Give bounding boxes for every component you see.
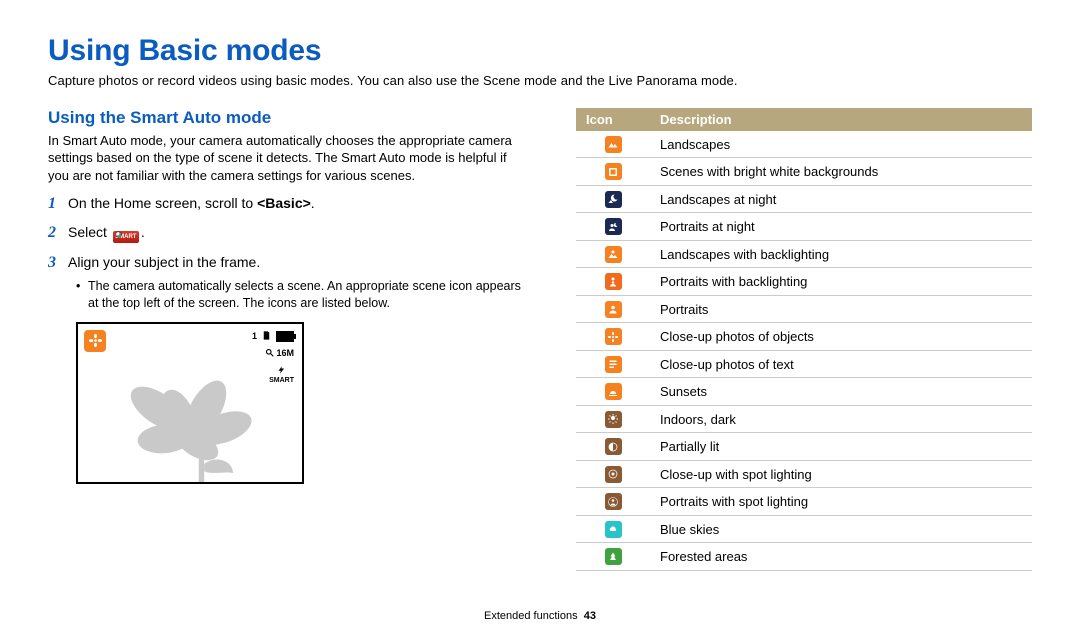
step-1: On the Home screen, scroll to <Basic>. (48, 194, 528, 213)
section-subtitle: Using the Smart Auto mode (48, 108, 528, 128)
row-icon-cell (576, 350, 650, 378)
step-1-text-a: On the Home screen, scroll to (68, 195, 257, 211)
row-desc-cell: Portraits at night (650, 213, 1032, 241)
footer-section: Extended functions (484, 610, 578, 622)
row-desc-cell: Portraits with backlighting (650, 268, 1032, 296)
step-1-text-c: . (311, 195, 315, 211)
row-icon-cell (576, 213, 650, 241)
row-icon-cell (576, 240, 650, 268)
sunset-icon (605, 383, 622, 400)
table-row: Blue skies (576, 515, 1032, 543)
table-row: Close-up with spot lighting (576, 460, 1032, 488)
step-2-text-b: . (141, 224, 145, 240)
white-icon (605, 163, 622, 180)
table-row: Partially lit (576, 433, 1032, 461)
sky-icon (605, 521, 622, 538)
table-row: Landscapes with backlighting (576, 240, 1032, 268)
row-desc-cell: Landscapes at night (650, 185, 1032, 213)
page-title: Using Basic modes (48, 34, 1032, 68)
row-icon-cell (576, 405, 650, 433)
row-desc-cell: Close-up with spot lighting (650, 460, 1032, 488)
spot-port-icon (605, 493, 622, 510)
indoor-icon (605, 411, 622, 428)
table-row: Landscapes (576, 131, 1032, 158)
row-desc-cell: Close-up photos of text (650, 350, 1032, 378)
step-1-bold: <Basic> (257, 195, 311, 211)
row-icon-cell (576, 268, 650, 296)
partial-icon (605, 438, 622, 455)
night-land-icon (605, 191, 622, 208)
night-port-icon (605, 218, 622, 235)
row-icon-cell (576, 131, 650, 158)
row-icon-cell (576, 378, 650, 406)
battery-icon (276, 331, 294, 342)
macro-obj-icon (605, 328, 622, 345)
row-desc-cell: Blue skies (650, 515, 1032, 543)
back-land-icon (605, 246, 622, 263)
table-row: Portraits (576, 295, 1032, 323)
footer-page-number: 43 (584, 610, 596, 622)
row-icon-cell (576, 433, 650, 461)
table-row: Portraits at night (576, 213, 1032, 241)
row-icon-cell (576, 460, 650, 488)
table-row: Portraits with backlighting (576, 268, 1032, 296)
back-port-icon (605, 273, 622, 290)
table-row: Close-up photos of objects (576, 323, 1032, 351)
row-icon-cell (576, 488, 650, 516)
table-row: Forested areas (576, 543, 1032, 571)
hud-res-label: 16M (276, 348, 294, 358)
sd-icon (261, 330, 272, 343)
page-footer: Extended functions 43 (0, 610, 1080, 622)
table-row: Indoors, dark (576, 405, 1032, 433)
th-desc: Description (650, 108, 1032, 131)
step-3-sub: The camera automatically selects a scene… (76, 278, 528, 312)
row-icon-cell (576, 295, 650, 323)
spot-macro-icon (605, 466, 622, 483)
viewfinder-illustration: 1 16M SMART (76, 322, 304, 484)
left-column: Using the Smart Auto mode In Smart Auto … (48, 108, 528, 571)
row-desc-cell: Portraits with spot lighting (650, 488, 1032, 516)
steps-list: On the Home screen, scroll to <Basic>. S… (48, 194, 528, 312)
table-row: Portraits with spot lighting (576, 488, 1032, 516)
scene-macro-icon (84, 330, 106, 352)
row-icon-cell (576, 158, 650, 186)
portrait-icon (605, 301, 622, 318)
icon-table: Icon Description LandscapesScenes with b… (576, 108, 1032, 571)
macro-text-icon (605, 356, 622, 373)
flower-graphic (98, 354, 278, 484)
row-desc-cell: Landscapes (650, 131, 1032, 158)
row-desc-cell: Portraits (650, 295, 1032, 323)
row-desc-cell: Indoors, dark (650, 405, 1032, 433)
hud-top: 1 (252, 330, 294, 343)
hud-count: 1 (252, 331, 257, 341)
section-paragraph: In Smart Auto mode, your camera automati… (48, 132, 528, 185)
forest-icon (605, 548, 622, 565)
row-icon-cell (576, 543, 650, 571)
row-desc-cell: Landscapes with backlighting (650, 240, 1032, 268)
row-icon-cell (576, 185, 650, 213)
row-desc-cell: Forested areas (650, 543, 1032, 571)
step-2-text-a: Select (68, 224, 111, 240)
right-column: Icon Description LandscapesScenes with b… (576, 108, 1032, 571)
table-row: Scenes with bright white backgrounds (576, 158, 1032, 186)
table-row: Close-up photos of text (576, 350, 1032, 378)
row-desc-cell: Close-up photos of objects (650, 323, 1032, 351)
row-icon-cell (576, 323, 650, 351)
step-2: Select SMART. (48, 223, 528, 243)
smart-mode-icon: SMART (113, 231, 139, 243)
row-desc-cell: Partially lit (650, 433, 1032, 461)
row-desc-cell: Sunsets (650, 378, 1032, 406)
table-row: Sunsets (576, 378, 1032, 406)
step-3: Align your subject in the frame. The cam… (48, 253, 528, 312)
page-intro: Capture photos or record videos using ba… (48, 72, 1032, 90)
row-icon-cell (576, 515, 650, 543)
table-row: Landscapes at night (576, 185, 1032, 213)
th-icon: Icon (576, 108, 650, 131)
row-desc-cell: Scenes with bright white backgrounds (650, 158, 1032, 186)
landscape-icon (605, 136, 622, 153)
step-3-text: Align your subject in the frame. (68, 254, 260, 270)
